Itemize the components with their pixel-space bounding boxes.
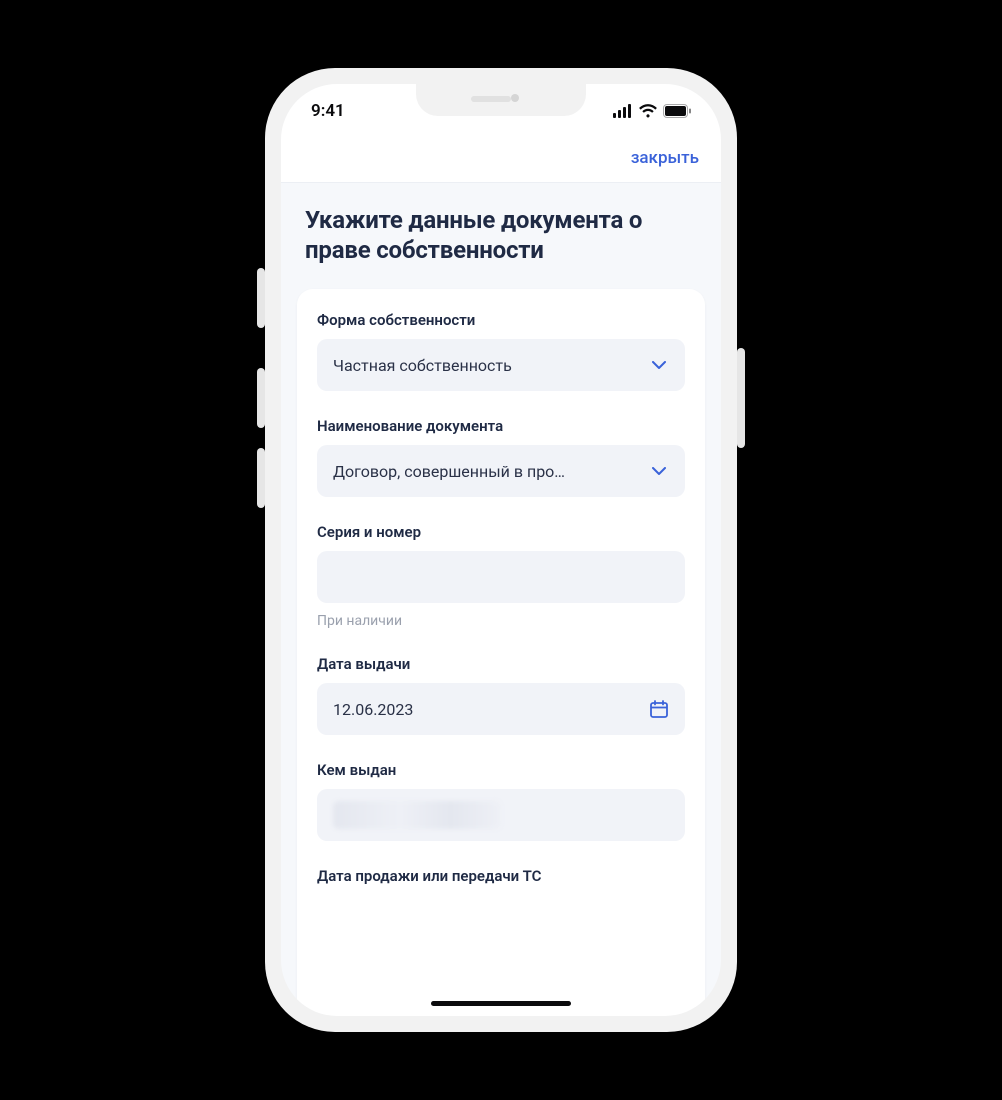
field-issue-date: Дата выдачи 12.06.2023 bbox=[317, 655, 685, 735]
page-title: Укажите данные документа о праве собстве… bbox=[305, 205, 697, 265]
chevron-down-icon bbox=[649, 355, 669, 375]
close-button[interactable]: закрыть bbox=[631, 148, 699, 168]
home-indicator bbox=[431, 1001, 571, 1006]
screen: 9:41 bbox=[281, 84, 721, 1016]
field-hint: При наличии bbox=[317, 613, 685, 629]
battery-icon bbox=[663, 104, 691, 118]
document-name-select[interactable]: Договор, совершенный в про… bbox=[317, 445, 685, 497]
select-value: Частная собственность bbox=[333, 356, 512, 375]
chevron-down-icon bbox=[649, 461, 669, 481]
issue-date-input[interactable]: 12.06.2023 bbox=[317, 683, 685, 735]
notch bbox=[416, 84, 586, 116]
issued-by-input[interactable] bbox=[317, 789, 685, 841]
field-document-name: Наименование документа Договор, совершен… bbox=[317, 417, 685, 497]
ownership-form-select[interactable]: Частная собственность bbox=[317, 339, 685, 391]
form-card: Форма собственности Частная собственност… bbox=[297, 289, 705, 1016]
field-label: Дата продажи или передачи ТС bbox=[317, 867, 685, 885]
status-indicators bbox=[613, 104, 691, 118]
field-label: Дата выдачи bbox=[317, 655, 685, 673]
field-label: Наименование документа bbox=[317, 417, 685, 435]
field-series-number: Серия и номер При наличии bbox=[317, 523, 685, 629]
page-header: Укажите данные документа о праве собстве… bbox=[281, 183, 721, 289]
select-value: Договор, совершенный в про… bbox=[333, 462, 565, 481]
input-value: 12.06.2023 bbox=[333, 700, 413, 719]
series-number-input[interactable] bbox=[317, 551, 685, 603]
field-label: Кем выдан bbox=[317, 761, 685, 779]
nav-bar: закрыть bbox=[281, 138, 721, 183]
field-ownership-form: Форма собственности Частная собственност… bbox=[317, 311, 685, 391]
field-label: Серия и номер bbox=[317, 523, 685, 541]
field-issued-by: Кем выдан bbox=[317, 761, 685, 841]
field-label: Форма собственности bbox=[317, 311, 685, 329]
calendar-icon bbox=[649, 699, 669, 719]
status-time: 9:41 bbox=[311, 101, 345, 121]
field-sale-date: Дата продажи или передачи ТС bbox=[317, 867, 685, 885]
phone-frame: 9:41 bbox=[265, 68, 737, 1032]
wifi-icon bbox=[639, 104, 657, 118]
cellular-icon bbox=[613, 104, 633, 118]
